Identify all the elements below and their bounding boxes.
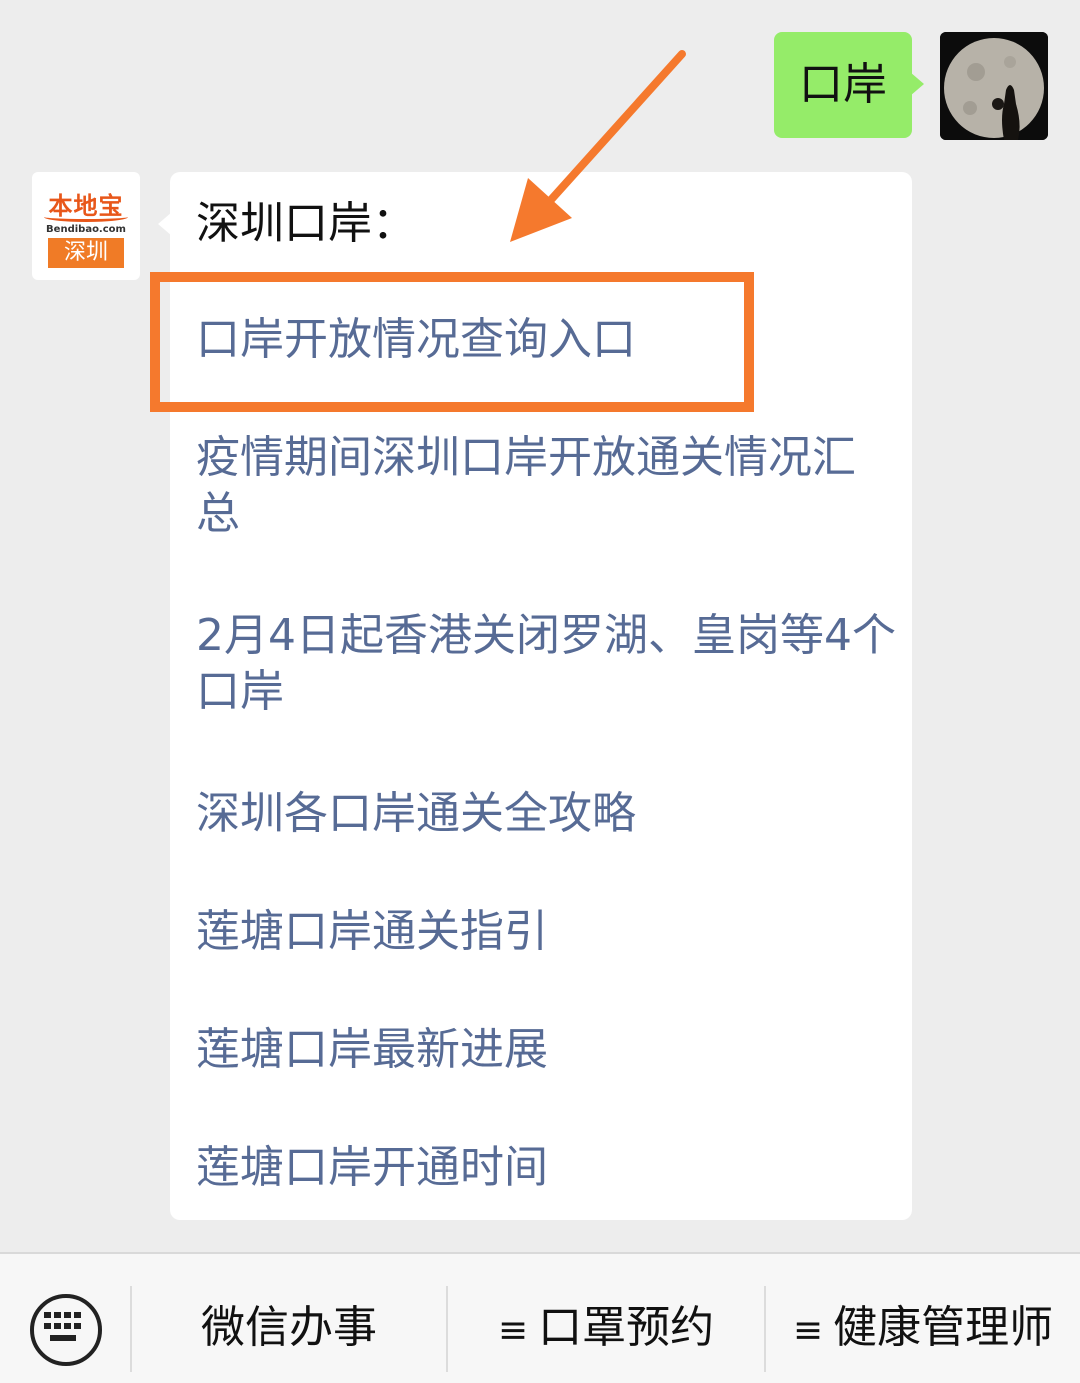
menu-item-mask-reservation[interactable]: ≡ 口罩预约 (450, 1298, 762, 1358)
menu-divider (446, 1286, 448, 1372)
keyboard-icon (44, 1312, 81, 1341)
logo-swoosh-icon (44, 212, 128, 222)
logo-url: Bendibao.com (46, 224, 126, 235)
keyboard-toggle-button[interactable] (30, 1294, 102, 1366)
link-clearance-guide[interactable]: 深圳各口岸通关全攻略 (196, 786, 896, 842)
user-avatar[interactable] (940, 32, 1048, 140)
reply-title: 深圳口岸： (196, 198, 416, 249)
menu-item-wechat-services[interactable]: 微信办事 (134, 1298, 444, 1358)
link-hk-closure[interactable]: 2月4日起香港关闭罗湖、皇岗等4个口岸 (196, 608, 896, 720)
menu-item-label: 健康管理师 (833, 1302, 1054, 1353)
menu-item-health-manager[interactable]: ≡ 健康管理师 (768, 1298, 1078, 1358)
logo-city: 深圳 (48, 238, 124, 268)
submenu-icon: ≡ (497, 1310, 529, 1351)
menu-divider (764, 1286, 766, 1372)
menu-divider (130, 1286, 132, 1372)
moon-silhouette-icon (940, 32, 1048, 140)
submenu-icon: ≡ (792, 1310, 824, 1351)
chat-area: 口岸 本地宝 Bendibao.com 深圳 深圳口岸： 口岸开放情况查询入口 … (0, 0, 1080, 1252)
outgoing-message-text: 口岸 (799, 59, 887, 110)
menu-item-label: 口罩预约 (538, 1302, 715, 1353)
link-liantang-guide[interactable]: 莲塘口岸通关指引 (196, 904, 896, 960)
link-liantang-progress[interactable]: 莲塘口岸最新进展 (196, 1022, 896, 1078)
menu-item-label: 微信办事 (201, 1302, 377, 1353)
annotation-arrow-icon (510, 50, 686, 242)
outgoing-message-bubble[interactable]: 口岸 (774, 32, 924, 138)
link-liantang-opening[interactable]: 莲塘口岸开通时间 (196, 1140, 896, 1196)
bottom-menu-bar: 微信办事 ≡ 口罩预约 ≡ 健康管理师 (0, 1252, 1080, 1383)
bendibao-avatar[interactable]: 本地宝 Bendibao.com 深圳 (32, 172, 140, 280)
annotation-highlight-box (150, 272, 754, 412)
link-epidemic-summary[interactable]: 疫情期间深圳口岸开放通关情况汇总 (196, 430, 896, 542)
